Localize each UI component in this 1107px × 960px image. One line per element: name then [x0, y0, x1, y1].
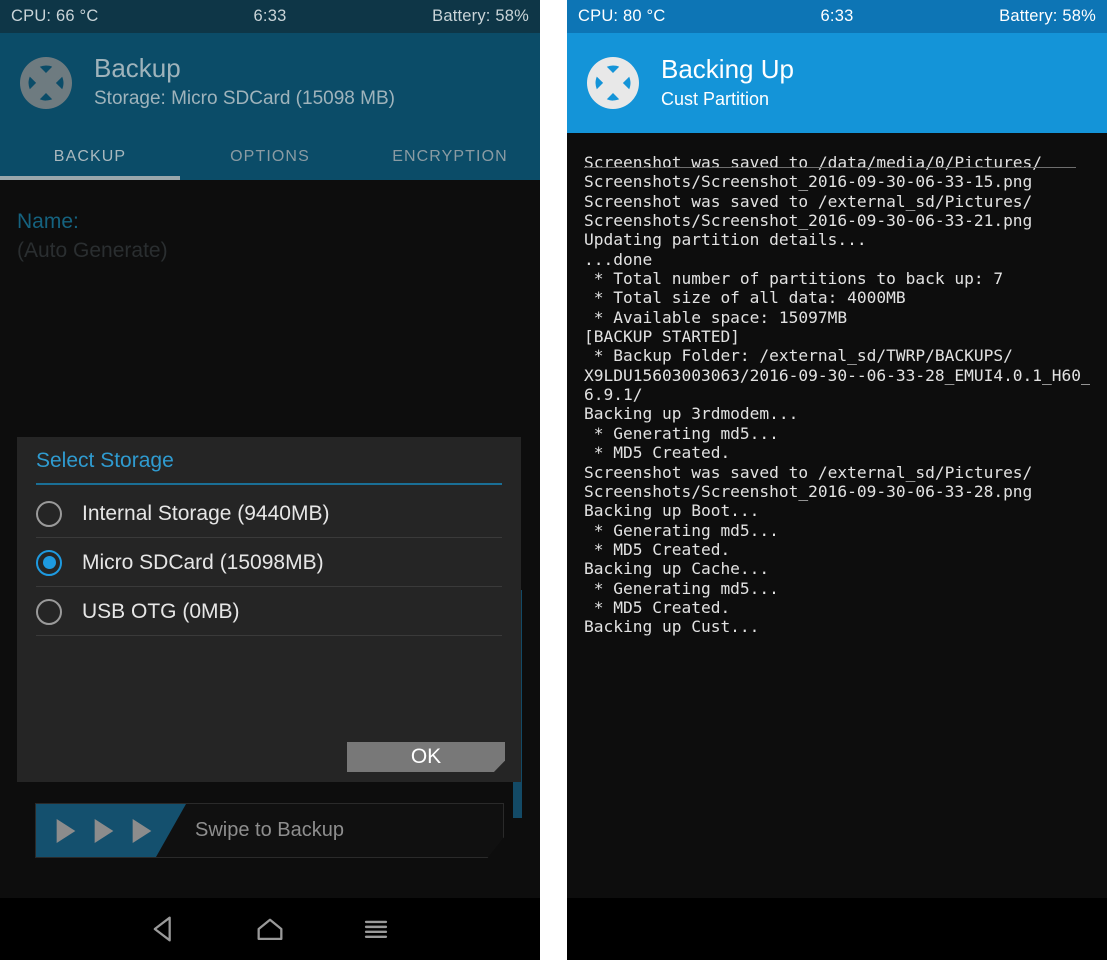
battery-level: Battery: 58%: [432, 7, 529, 25]
twrp-logo-icon: [585, 55, 641, 111]
left-status-bar: CPU: 66 °C 6:33 Battery: 58%: [0, 0, 540, 33]
current-partition-subtitle: Cust Partition: [661, 88, 770, 109]
back-triangle-icon[interactable]: [147, 912, 181, 946]
left-navigation-bar: [0, 898, 540, 960]
tab-encryption-label: ENCRYPTION: [392, 147, 508, 165]
storage-option-usbotg[interactable]: USB OTG (0MB): [36, 587, 502, 636]
right-device-screen: CPU: 80 °C 6:33 Battery: 58% Backing Up …: [567, 0, 1107, 960]
home-icon[interactable]: [253, 912, 287, 946]
right-action-bar: Backing Up Cust Partition: [567, 33, 1107, 133]
name-field-label: Name:: [17, 210, 79, 233]
tab-backup[interactable]: BACKUP: [0, 133, 180, 180]
storage-option-usbotg-label: USB OTG (0MB): [82, 599, 240, 623]
select-storage-dialog: Select Storage Internal Storage (9440MB)…: [17, 437, 521, 782]
tab-bar: BACKUP OPTIONS ENCRYPTION: [0, 133, 540, 180]
battery-level: Battery: 58%: [999, 7, 1096, 25]
page-title: Backup: [94, 53, 181, 84]
swipe-to-backup-slider[interactable]: Swipe to Backup: [35, 803, 504, 858]
tab-options-label: OPTIONS: [230, 147, 310, 165]
dialog-ok-label: OK: [410, 745, 442, 768]
console-top-rule: [584, 167, 1076, 168]
twrp-logo-icon: [18, 55, 74, 111]
storage-option-microsd-label: Micro SDCard (15098MB): [82, 550, 324, 574]
dialog-ok-button[interactable]: OK: [347, 742, 505, 772]
storage-subtitle: Storage: Micro SDCard (15098 MB): [94, 87, 395, 109]
tab-options[interactable]: OPTIONS: [180, 133, 360, 180]
storage-option-internal-label: Internal Storage (9440MB): [82, 501, 330, 525]
left-action-bar-text: Backup Storage: Micro SDCard (15098 MB): [94, 54, 395, 111]
tab-backup-label: BACKUP: [53, 147, 127, 165]
left-device-screen: CPU: 66 °C 6:33 Battery: 58% Backup Stor…: [0, 0, 540, 960]
dialog-title-rule: [36, 483, 502, 485]
right-bottom-bar: [567, 898, 1107, 960]
tab-encryption[interactable]: ENCRYPTION: [360, 133, 540, 180]
swipe-to-backup-label: Swipe to Backup: [195, 819, 344, 841]
page-title: Backing Up: [661, 54, 794, 85]
right-action-bar-text: Backing Up Cust Partition: [661, 55, 794, 111]
left-action-bar: Backup Storage: Micro SDCard (15098 MB): [0, 33, 540, 133]
console-log[interactable]: Screenshot was saved to /data/media/0/Pi…: [584, 153, 1090, 662]
backup-page-body: Name: (Auto Generate) Data (2349MB) Syst…: [0, 180, 540, 900]
radio-unchecked-icon[interactable]: [36, 500, 62, 527]
dialog-title: Select Storage: [36, 449, 174, 472]
backup-progress-body: Screenshot was saved to /data/media/0/Pi…: [567, 133, 1107, 960]
console-log-text: Screenshot was saved to /data/media/0/Pi…: [584, 153, 1090, 637]
storage-option-microsd[interactable]: Micro SDCard (15098MB): [36, 538, 502, 587]
radio-checked-icon[interactable]: [36, 549, 62, 576]
panel-separator: [540, 0, 567, 960]
menu-hamburger-icon[interactable]: [359, 912, 393, 946]
right-status-bar: CPU: 80 °C 6:33 Battery: 58%: [567, 0, 1107, 33]
radio-unchecked-icon[interactable]: [36, 598, 62, 625]
storage-option-internal[interactable]: Internal Storage (9440MB): [36, 489, 502, 538]
screenshot-root: CPU: 66 °C 6:33 Battery: 58% Backup Stor…: [0, 0, 1107, 960]
name-field-value[interactable]: (Auto Generate): [17, 239, 168, 263]
